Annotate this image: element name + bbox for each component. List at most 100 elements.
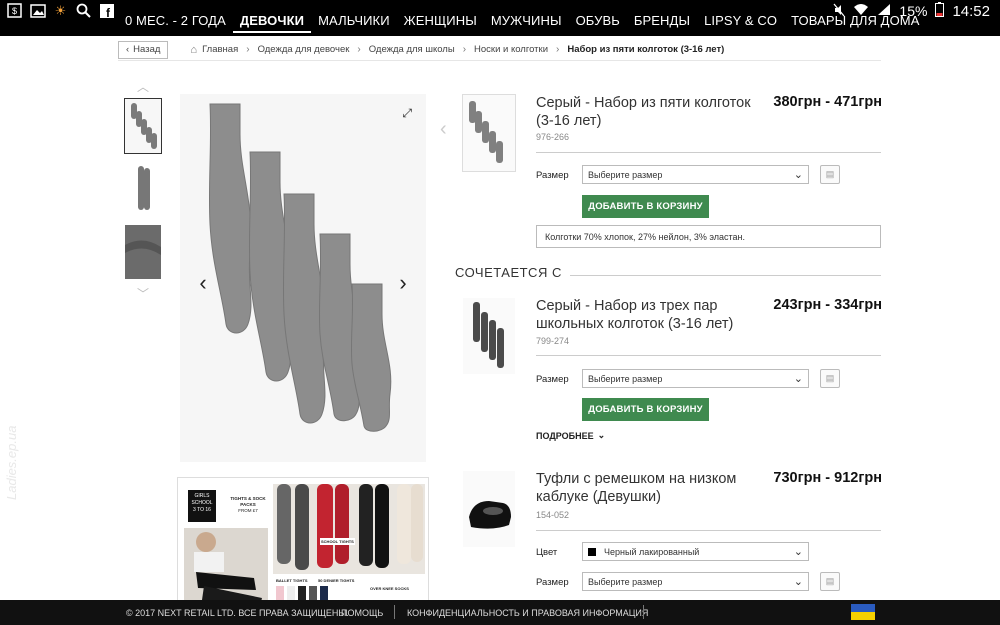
size-label: Размер (536, 170, 569, 181)
promo-badge-line2: SCHOOL (191, 500, 213, 506)
clock: 14:52 (952, 2, 990, 20)
expand-icon[interactable]: ⤢ (402, 106, 412, 121)
divider (536, 355, 881, 356)
size-select[interactable]: Выберите размер ⌄ (582, 572, 809, 591)
swatch-white (287, 586, 295, 600)
promo-photo-legs (273, 484, 425, 574)
promo-badge: GIRLS SCHOOL 3 TO 16 (188, 490, 216, 522)
footer-separator (394, 605, 395, 619)
add-to-cart-button[interactable]: ДОБАВИТЬ В КОРЗИНУ (582, 195, 709, 218)
swatch-pink (276, 586, 284, 600)
nav-item-8[interactable]: ТОВАРЫ ДЛЯ ДОМА (784, 13, 926, 29)
footer-privacy-link[interactable]: КОНФИДЕНЦИАЛЬНОСТЬ И ПРАВОВАЯ ИНФОРМАЦИЯ (407, 608, 648, 618)
svg-text:$: $ (12, 6, 17, 16)
chevron-down-icon[interactable]: ﹀ (124, 287, 162, 301)
breadcrumb-separator-icon: › (357, 44, 361, 55)
breadcrumb-item-school[interactable]: Одежда для школы (369, 44, 455, 55)
breadcrumb: ‹ Назад ⌂ Главная › Одежда для девочек ›… (118, 39, 881, 61)
breadcrumb-separator-icon: › (556, 44, 560, 55)
size-select[interactable]: Выберите размер ⌄ (582, 369, 809, 388)
nav-item-2[interactable]: МАЛЬЧИКИ (311, 13, 397, 29)
breadcrumb-item-home[interactable]: Главная (202, 44, 238, 55)
breadcrumb-item-socks[interactable]: Носки и колготки (474, 44, 548, 55)
promo-denier-tights: 50 DENIER TIGHTS (318, 578, 355, 583)
product-thumbnail[interactable] (462, 94, 516, 172)
ukraine-flag-icon[interactable] (851, 604, 875, 620)
image-icon (29, 3, 46, 18)
chevron-down-icon: ⌄ (793, 546, 803, 558)
promo-ballet-tights: BALLET TIGHTS (276, 578, 308, 583)
color-select[interactable]: Черный лакированный ⌄ (582, 542, 809, 561)
more-details-label: ПОДРОБНЕЕ (536, 430, 594, 441)
promo-badge-line1: GIRLS (194, 493, 210, 499)
status-bar: $ ☀ f 15% 14:52 0 МЕС. - 2 ГОДА ДЕВОЧКИ МА… (0, 0, 1000, 36)
breadcrumb-separator-icon: › (246, 44, 250, 55)
back-button-label: Назад (133, 44, 161, 55)
breadcrumb-item-girls[interactable]: Одежда для девочек (258, 44, 350, 55)
battery-icon (935, 2, 945, 20)
nav-item-4[interactable]: МУЖЧИНЫ (484, 13, 569, 29)
divider (536, 530, 881, 531)
main-product-image: ⤢ ‹ › (180, 94, 426, 462)
footer: © 2017 NEXT RETAIL LTD. ВСЕ ПРАВА ЗАЩИЩЕ… (0, 600, 1000, 625)
footer-copyright: © 2017 NEXT RETAIL LTD. ВСЕ ПРАВА ЗАЩИЩЕ… (126, 607, 349, 618)
thumbnail-2[interactable] (124, 161, 162, 217)
chevron-left-icon[interactable]: ‹ (440, 118, 452, 148)
main-product-panel: Серый - Набор из пяти колготок (3-16 лет… (462, 94, 882, 254)
size-select-value: Выберите размер (588, 169, 663, 180)
size-guide-icon[interactable]: ▤ (820, 369, 840, 388)
swatch-navy (320, 586, 328, 600)
related-product-thumbnail[interactable] (462, 297, 516, 375)
footer-separator (643, 605, 644, 619)
chevron-left-icon: ‹ (199, 270, 207, 295)
related-product-2: Туфли с ремешком на низком каблуке (Деву… (462, 470, 882, 600)
watermark: Ladies.ep.ua (4, 425, 19, 500)
product-code: 976-266 (536, 132, 570, 142)
prev-image-button[interactable]: ‹ (188, 268, 218, 298)
divider (536, 152, 881, 153)
nav-item-7[interactable]: LIPSY & CO (697, 13, 784, 29)
color-swatch (588, 547, 596, 556)
home-icon: ⌂ (190, 43, 198, 56)
promo-badge-line3: 3 TO 16 (193, 507, 211, 513)
color-select-value: Черный лакированный (604, 546, 700, 557)
related-product-title[interactable]: Туфли с ремешком на низком каблуке (Деву… (536, 470, 756, 506)
related-product-code: 154-052 (536, 510, 570, 520)
nav-item-3[interactable]: ЖЕНЩИНЫ (397, 13, 484, 29)
footer-help-link[interactable]: ПОМОЩЬ (341, 608, 383, 618)
thumbnail-1[interactable] (124, 98, 162, 154)
size-select-value: Выберите размер (588, 373, 663, 384)
chevron-down-icon: ⌄ (793, 169, 803, 181)
related-product-code: 799-274 (536, 336, 570, 346)
promo-tights-title: TIGHTS & SOCK PACKS FROM £7 (228, 496, 268, 514)
chevron-up-icon[interactable]: ︿ (124, 80, 162, 94)
thumbnail-3[interactable] (124, 224, 162, 280)
back-button[interactable]: ‹ Назад (118, 40, 169, 59)
composition-note: Колготки 70% хлопок, 27% нейлон, 3% элас… (536, 225, 881, 248)
promo-photo-girl (184, 528, 268, 604)
nav-item-1[interactable]: ДЕВОЧКИ (232, 13, 312, 33)
breadcrumb-item-current: Набор из пяти колготок (3-16 лет) (567, 44, 725, 55)
swatch-black (298, 586, 306, 600)
size-select[interactable]: Выберите размер ⌄ (582, 165, 809, 184)
nav-item-6[interactable]: БРЕНДЫ (627, 13, 697, 29)
thumbnail-strip: ︿ ﹀ (124, 80, 162, 301)
related-section-title: СОЧЕТАЕТСЯ С (455, 265, 570, 280)
promo-tights-sub: FROM £7 (238, 508, 258, 513)
nav-item-5[interactable]: ОБУВЬ (569, 13, 627, 29)
promo-tights-title-text: TIGHTS & SOCK PACKS (230, 496, 266, 507)
add-to-cart-button[interactable]: ДОБАВИТЬ В КОРЗИНУ (582, 398, 709, 421)
chevron-right-icon: › (399, 270, 407, 295)
weather-icon: ☀ (54, 3, 67, 18)
next-image-button[interactable]: › (388, 268, 418, 298)
related-product-1: Серый - Набор из трех пар школьных колго… (462, 297, 882, 447)
related-product-price: 730грн - 912грн (773, 470, 882, 486)
main-nav: 0 МЕС. - 2 ГОДА ДЕВОЧКИ МАЛЬЧИКИ ЖЕНЩИНЫ МУЖ… (118, 13, 927, 36)
nav-item-0[interactable]: 0 МЕС. - 2 ГОДА (118, 13, 233, 29)
more-details-link[interactable]: ПОДРОБНЕЕ ⌄ (536, 430, 605, 441)
related-product-title[interactable]: Серый - Набор из трех пар школьных колго… (536, 297, 756, 333)
related-product-thumbnail[interactable] (462, 470, 516, 548)
promo-banner[interactable]: GIRLS SCHOOL 3 TO 16 TIGHTS & SOCK PACKS… (177, 477, 429, 605)
size-guide-icon[interactable]: ▤ (820, 165, 840, 184)
size-guide-icon[interactable]: ▤ (820, 572, 840, 591)
